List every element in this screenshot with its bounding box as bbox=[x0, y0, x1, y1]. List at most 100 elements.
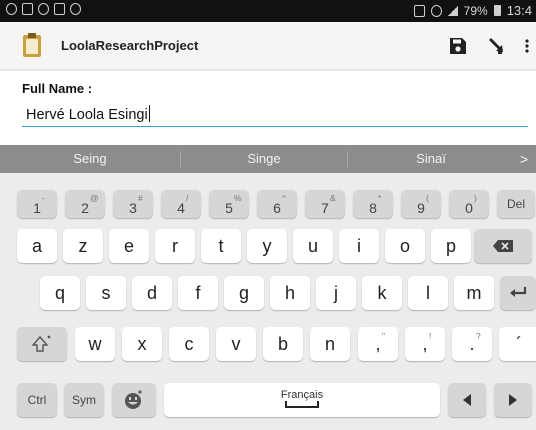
suggestion-item[interactable]: Seing bbox=[0, 145, 180, 173]
sync-icon bbox=[38, 3, 49, 15]
space-language-label: Français bbox=[280, 389, 324, 401]
notification-icons bbox=[6, 3, 81, 15]
number-key-4[interactable]: 4/ bbox=[161, 190, 201, 218]
app-title: LoolaResearchProject bbox=[61, 38, 199, 53]
full-name-input[interactable]: Hervé Loola Esingi bbox=[22, 105, 528, 127]
status-bar: 79% 13:4 bbox=[0, 0, 536, 22]
wifi-notification-icon bbox=[70, 3, 81, 15]
key-label: w bbox=[88, 333, 102, 354]
share-button[interactable] bbox=[484, 34, 508, 58]
sym-key[interactable]: Sym bbox=[64, 383, 104, 417]
delete-key[interactable]: Del bbox=[497, 190, 535, 218]
letter-key-v[interactable]: v bbox=[216, 327, 256, 361]
letter-key-b[interactable]: b bbox=[263, 327, 303, 361]
arrow-left-icon bbox=[463, 394, 471, 406]
letter-key-m[interactable]: m bbox=[454, 276, 494, 310]
letter-key-f[interactable]: f bbox=[178, 276, 218, 310]
key-alt-label: " bbox=[382, 331, 386, 341]
battery-icon bbox=[493, 5, 501, 16]
suggestion-item[interactable]: Singe bbox=[181, 145, 347, 173]
key-label: t bbox=[218, 235, 224, 256]
shift-key[interactable] bbox=[17, 327, 67, 361]
backspace-icon bbox=[493, 240, 513, 252]
emoji-icon bbox=[125, 390, 142, 409]
more-options-button[interactable] bbox=[515, 34, 536, 58]
letter-key-i[interactable]: i bbox=[339, 229, 379, 263]
punctuation-key[interactable]: ,! bbox=[405, 327, 445, 361]
punctuation-key[interactable]: .? bbox=[452, 327, 492, 361]
enter-key[interactable] bbox=[500, 276, 536, 310]
punctuation-key[interactable]: ´ bbox=[499, 327, 536, 361]
cursor-right-key[interactable] bbox=[494, 383, 532, 417]
letter-key-g[interactable]: g bbox=[224, 276, 264, 310]
form-area: Full Name : Hervé Loola Esingi bbox=[0, 71, 536, 144]
letter-key-n[interactable]: n bbox=[310, 327, 350, 361]
number-key-5[interactable]: 5% bbox=[209, 190, 249, 218]
letter-key-s[interactable]: s bbox=[86, 276, 126, 310]
battery-percent: 79% bbox=[463, 3, 488, 18]
number-key-9[interactable]: 9( bbox=[401, 190, 441, 218]
key-alt-label: ) bbox=[474, 193, 477, 203]
shift-icon bbox=[32, 335, 51, 352]
letter-key-u[interactable]: u bbox=[293, 229, 333, 263]
space-key[interactable]: Français bbox=[164, 383, 440, 417]
key-alt-label: ! bbox=[429, 331, 432, 341]
suggestion-item[interactable]: Sinaï bbox=[348, 145, 514, 173]
letter-key-x[interactable]: x bbox=[122, 327, 162, 361]
save-button[interactable] bbox=[446, 34, 470, 58]
ctrl-key[interactable]: Ctrl bbox=[17, 383, 57, 417]
key-label: p bbox=[445, 235, 456, 256]
key-label: 3 bbox=[129, 200, 137, 216]
letter-key-w[interactable]: w bbox=[75, 327, 115, 361]
cursor-left-key[interactable] bbox=[448, 383, 486, 417]
usb-icon bbox=[54, 3, 65, 15]
letter-key-p[interactable]: p bbox=[431, 229, 471, 263]
key-label: , bbox=[422, 333, 428, 354]
key-label: ´ bbox=[516, 333, 522, 354]
number-key-7[interactable]: 7 & bbox=[305, 190, 345, 218]
emoji-key[interactable] bbox=[112, 383, 156, 417]
number-key-2[interactable]: 2 @ bbox=[65, 190, 105, 218]
clipboard-icon[interactable] bbox=[22, 32, 42, 58]
number-key-3[interactable]: 3 # bbox=[113, 190, 153, 218]
system-status: 79% 13:4 bbox=[413, 3, 532, 18]
letter-key-c[interactable]: c bbox=[169, 327, 209, 361]
key-label: c bbox=[184, 333, 194, 354]
key-label: e bbox=[123, 235, 134, 256]
letter-key-o[interactable]: o bbox=[385, 229, 425, 263]
key-label: 1 bbox=[33, 200, 41, 216]
soft-keyboard: Seing Singe Sinaï > Del Ctrl Sym Françai… bbox=[0, 145, 536, 430]
letter-key-l[interactable]: l bbox=[408, 276, 448, 310]
number-key-6[interactable]: 6 ^ bbox=[257, 190, 297, 218]
punctuation-key[interactable]: , " bbox=[358, 327, 398, 361]
key-label: 5 bbox=[225, 200, 233, 216]
number-key-1[interactable]: 1- bbox=[17, 190, 57, 218]
letter-key-t[interactable]: t bbox=[201, 229, 241, 263]
suggestion-bar: Seing Singe Sinaï > bbox=[0, 145, 536, 173]
number-key-0[interactable]: 0) bbox=[449, 190, 489, 218]
more-vert-icon bbox=[525, 39, 529, 53]
image-notification-icon bbox=[22, 3, 33, 15]
letter-key-j[interactable]: j bbox=[316, 276, 356, 310]
letter-key-d[interactable]: d bbox=[132, 276, 172, 310]
key-label: b bbox=[277, 333, 288, 354]
letter-key-k[interactable]: k bbox=[362, 276, 402, 310]
key-label: m bbox=[466, 282, 482, 303]
suggestions-expand-button[interactable]: > bbox=[514, 145, 534, 173]
full-name-value: Hervé Loola Esingi bbox=[26, 107, 148, 123]
signal-icon bbox=[447, 5, 458, 16]
letter-key-a[interactable]: a bbox=[17, 229, 57, 263]
key-label: . bbox=[469, 333, 475, 354]
key-label: h bbox=[284, 282, 295, 303]
key-label: 0 bbox=[465, 200, 473, 216]
letter-key-e[interactable]: e bbox=[109, 229, 149, 263]
letter-key-z[interactable]: z bbox=[63, 229, 103, 263]
backspace-key[interactable] bbox=[474, 229, 532, 263]
letter-key-r[interactable]: r bbox=[155, 229, 195, 263]
key-alt-label: & bbox=[330, 193, 336, 203]
letter-key-q[interactable]: q bbox=[40, 276, 80, 310]
share-icon bbox=[489, 38, 503, 54]
letter-key-h[interactable]: h bbox=[270, 276, 310, 310]
letter-key-y[interactable]: y bbox=[247, 229, 287, 263]
number-key-8[interactable]: 8 * bbox=[353, 190, 393, 218]
